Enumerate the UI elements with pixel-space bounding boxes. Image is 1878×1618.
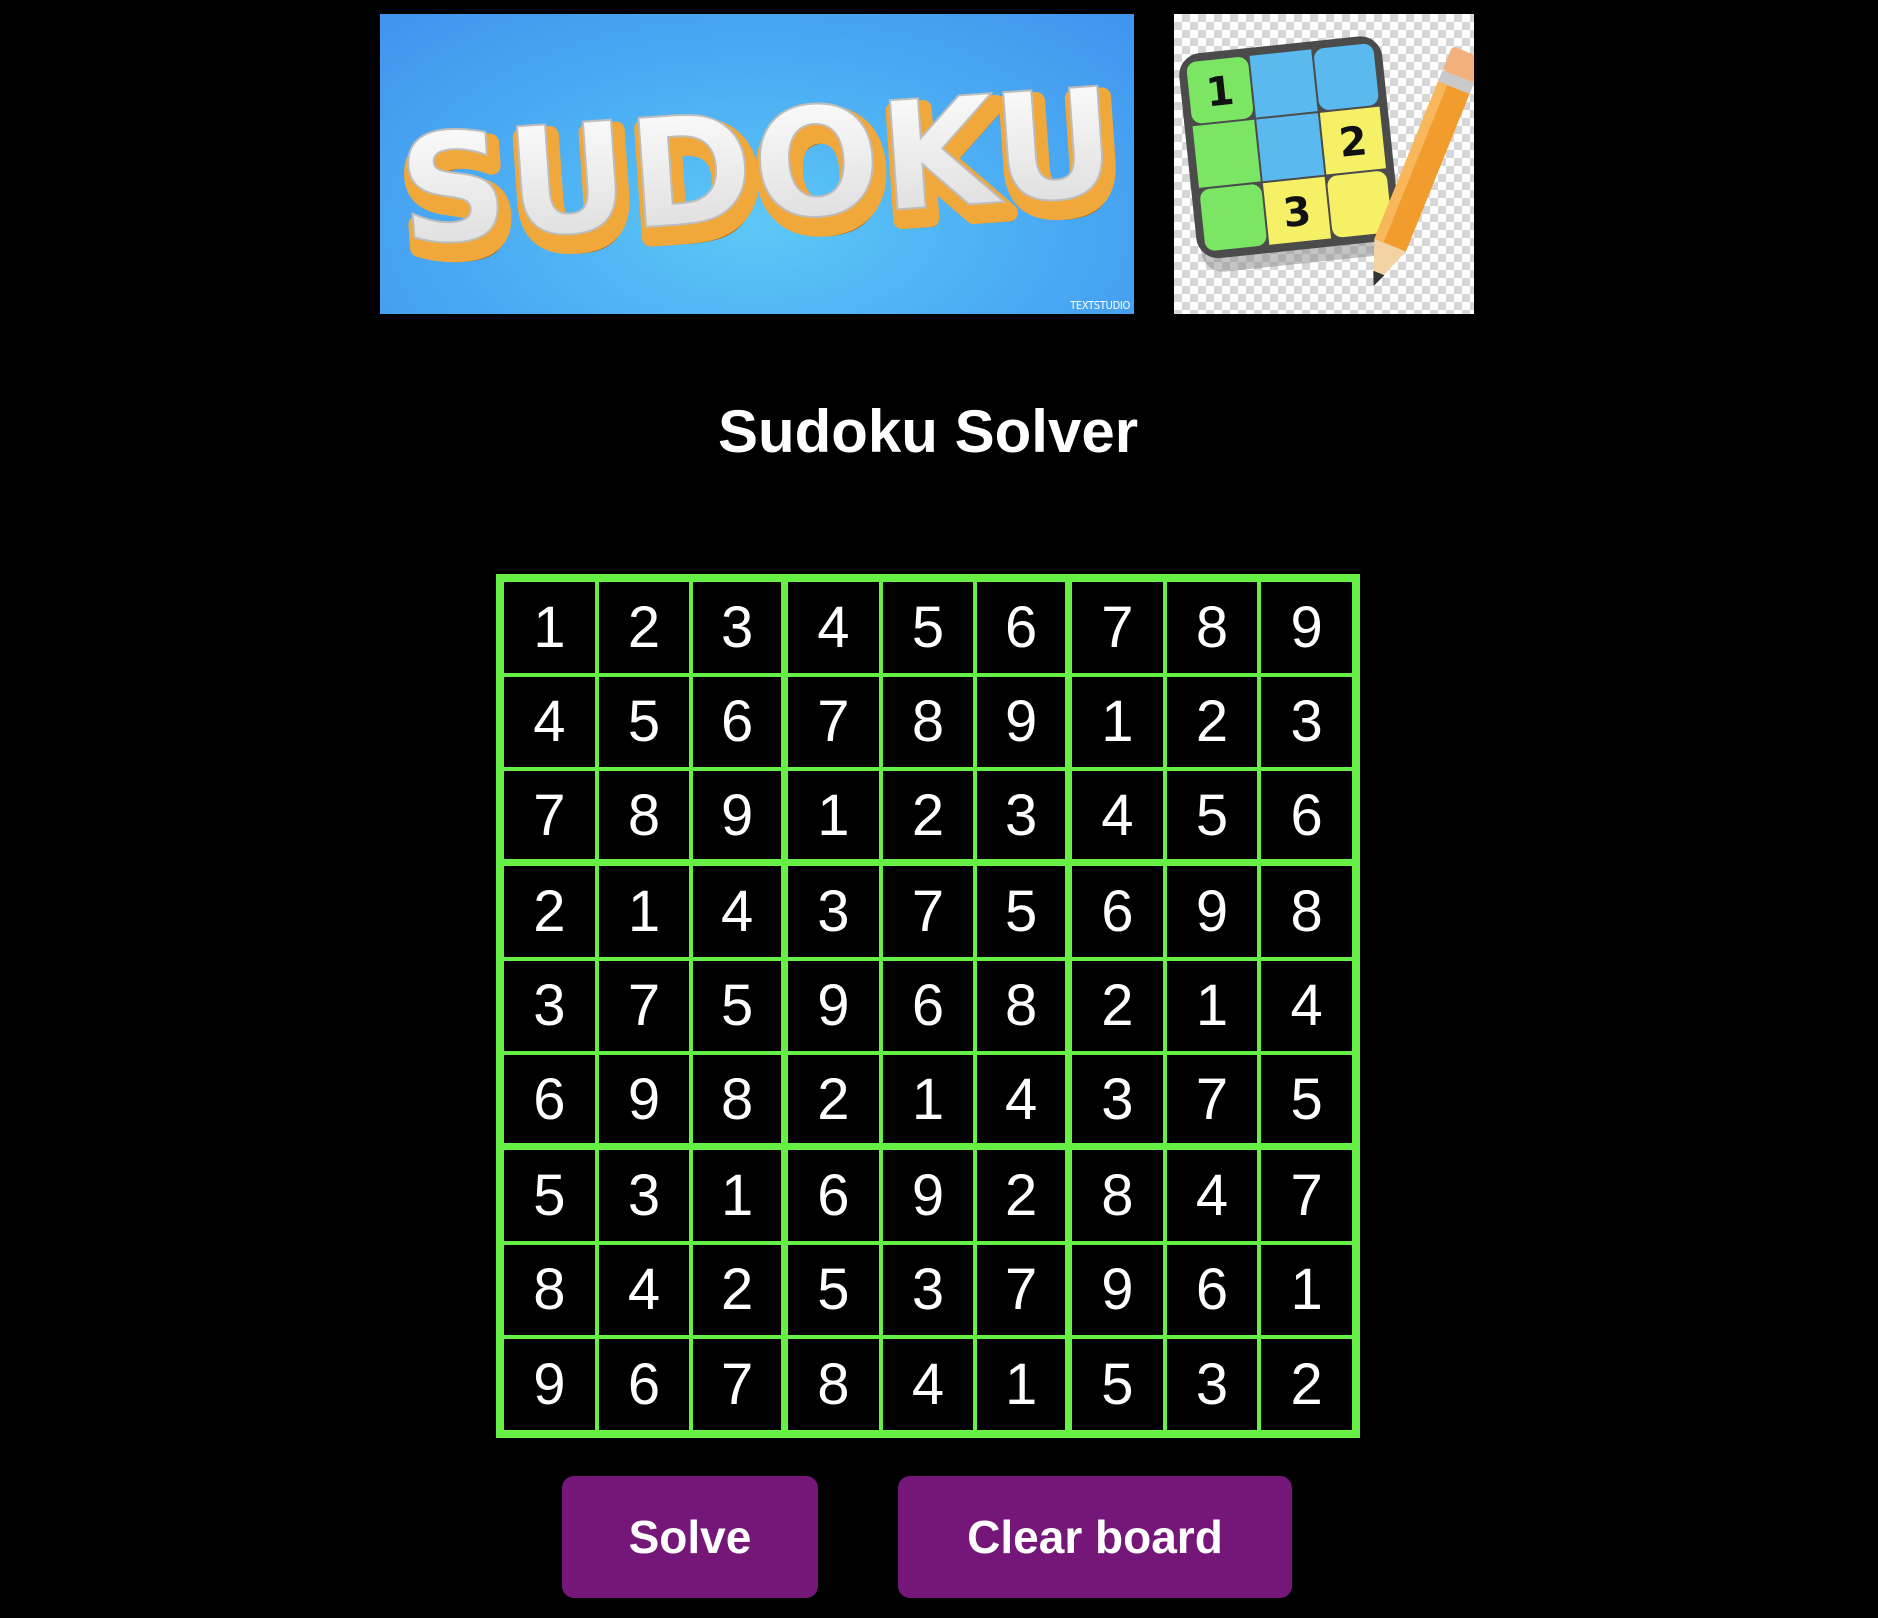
sudoku-board: 1234567894567891237891234562143756983759… [496,574,1360,1438]
board-cell[interactable]: 9 [1164,863,1260,959]
board-cell[interactable]: 6 [596,1337,692,1432]
board-cell[interactable]: 3 [880,1242,976,1338]
board-cell[interactable]: 7 [691,1337,786,1432]
board-cell[interactable]: 3 [1259,674,1354,770]
board-cell[interactable]: 5 [880,580,976,675]
icon-digit: 3 [1281,188,1313,237]
board-cell[interactable]: 6 [502,1053,597,1148]
page-title: Sudoku Solver [717,398,1139,466]
board-cell[interactable]: 1 [1164,958,1260,1054]
board-cell[interactable]: 2 [1259,1337,1354,1432]
board-cell[interactable]: 4 [880,1337,976,1432]
board-cell[interactable]: 8 [785,1337,881,1432]
board-cell[interactable]: 2 [691,1242,786,1338]
icon-digit: 1 [1204,68,1236,117]
board-cell[interactable]: 2 [785,1053,881,1148]
board-cell[interactable]: 1 [975,1337,1070,1432]
board-cell[interactable]: 2 [880,769,976,864]
board-cell[interactable]: 5 [502,1147,597,1243]
board-cell[interactable]: 8 [596,769,692,864]
board-cell[interactable]: 3 [691,580,786,675]
board-cell[interactable]: 5 [596,674,692,770]
board-cell[interactable]: 7 [596,958,692,1054]
board-cell[interactable]: 9 [880,1147,976,1243]
board-cell[interactable]: 7 [975,1242,1070,1338]
board-cell[interactable]: 4 [1164,1147,1260,1243]
solve-button[interactable]: Solve [562,1476,818,1598]
board-cell[interactable]: 7 [1259,1147,1354,1243]
board-cell[interactable]: 9 [975,674,1070,770]
board-cell[interactable]: 4 [1069,769,1165,864]
board-cell[interactable]: 3 [785,863,881,959]
board-cell[interactable]: 8 [1164,580,1260,675]
board-cell[interactable]: 8 [880,674,976,770]
board-cell[interactable]: 2 [1069,958,1165,1054]
board-cell[interactable]: 4 [502,674,597,770]
board-cell[interactable]: 2 [596,580,692,675]
board-cell[interactable]: 4 [975,1053,1070,1148]
board-cell[interactable]: 9 [785,958,881,1054]
board-cell[interactable]: 1 [691,1147,786,1243]
board-cell[interactable]: 1 [785,769,881,864]
board-cell[interactable]: 8 [975,958,1070,1054]
board-cell[interactable]: 3 [975,769,1070,864]
board-cell[interactable]: 5 [691,958,786,1054]
sudoku-banner-image: SUDOKU SUDOKU SUDOKU TEXTSTUDIO [380,14,1134,314]
board-cell[interactable]: 4 [1259,958,1354,1054]
board-cell[interactable]: 6 [1259,769,1354,864]
board-cell[interactable]: 6 [691,674,786,770]
board-cell[interactable]: 8 [691,1053,786,1148]
board-cell[interactable]: 9 [1069,1242,1165,1338]
board-cell[interactable]: 9 [596,1053,692,1148]
board-cell[interactable]: 3 [1164,1337,1260,1432]
board-cell[interactable]: 9 [1259,580,1354,675]
board-cell[interactable]: 5 [1164,769,1260,864]
banner-credit: TEXTSTUDIO [1070,299,1130,312]
board-cell[interactable]: 8 [1069,1147,1165,1243]
board-cell[interactable]: 6 [785,1147,881,1243]
board-cell[interactable]: 5 [975,863,1070,959]
page: SUDOKU SUDOKU SUDOKU TEXTSTUDIO 1 2 3 Su… [0,0,1878,1618]
board-cell[interactable]: 7 [880,863,976,959]
board-cell[interactable]: 6 [975,580,1070,675]
board-cell[interactable]: 5 [1069,1337,1165,1432]
board-cell[interactable]: 6 [880,958,976,1054]
board-cell[interactable]: 8 [1259,863,1354,959]
board-cell[interactable]: 2 [502,863,597,959]
board-cell[interactable]: 3 [596,1147,692,1243]
clear-board-button[interactable]: Clear board [898,1476,1292,1598]
board-cell[interactable]: 2 [1164,674,1260,770]
board-cell[interactable]: 3 [1069,1053,1165,1148]
board-cell[interactable]: 5 [785,1242,881,1338]
board-cell[interactable]: 3 [502,958,597,1054]
sudoku-pencil-icon: 1 2 3 [1174,14,1474,314]
board-cell[interactable]: 4 [691,863,786,959]
board-cell[interactable]: 6 [1069,863,1165,959]
board-cell[interactable]: 1 [1259,1242,1354,1338]
board-cell[interactable]: 1 [596,863,692,959]
board-cell[interactable]: 8 [502,1242,597,1338]
board-cell[interactable]: 1 [502,580,597,675]
board-cell[interactable]: 4 [596,1242,692,1338]
board-cell[interactable]: 1 [880,1053,976,1148]
board-cell[interactable]: 9 [502,1337,597,1432]
board-cell[interactable]: 9 [691,769,786,864]
board-cell[interactable]: 7 [1069,580,1165,675]
board-cell[interactable]: 7 [502,769,597,864]
board-cell[interactable]: 7 [1164,1053,1260,1148]
board-cell[interactable]: 1 [1069,674,1165,770]
board-cell[interactable]: 2 [975,1147,1070,1243]
board-cell[interactable]: 7 [785,674,881,770]
board-cell[interactable]: 5 [1259,1053,1354,1148]
board-cell[interactable]: 4 [785,580,881,675]
icon-digit: 2 [1337,118,1369,167]
board-cell[interactable]: 6 [1164,1242,1260,1338]
